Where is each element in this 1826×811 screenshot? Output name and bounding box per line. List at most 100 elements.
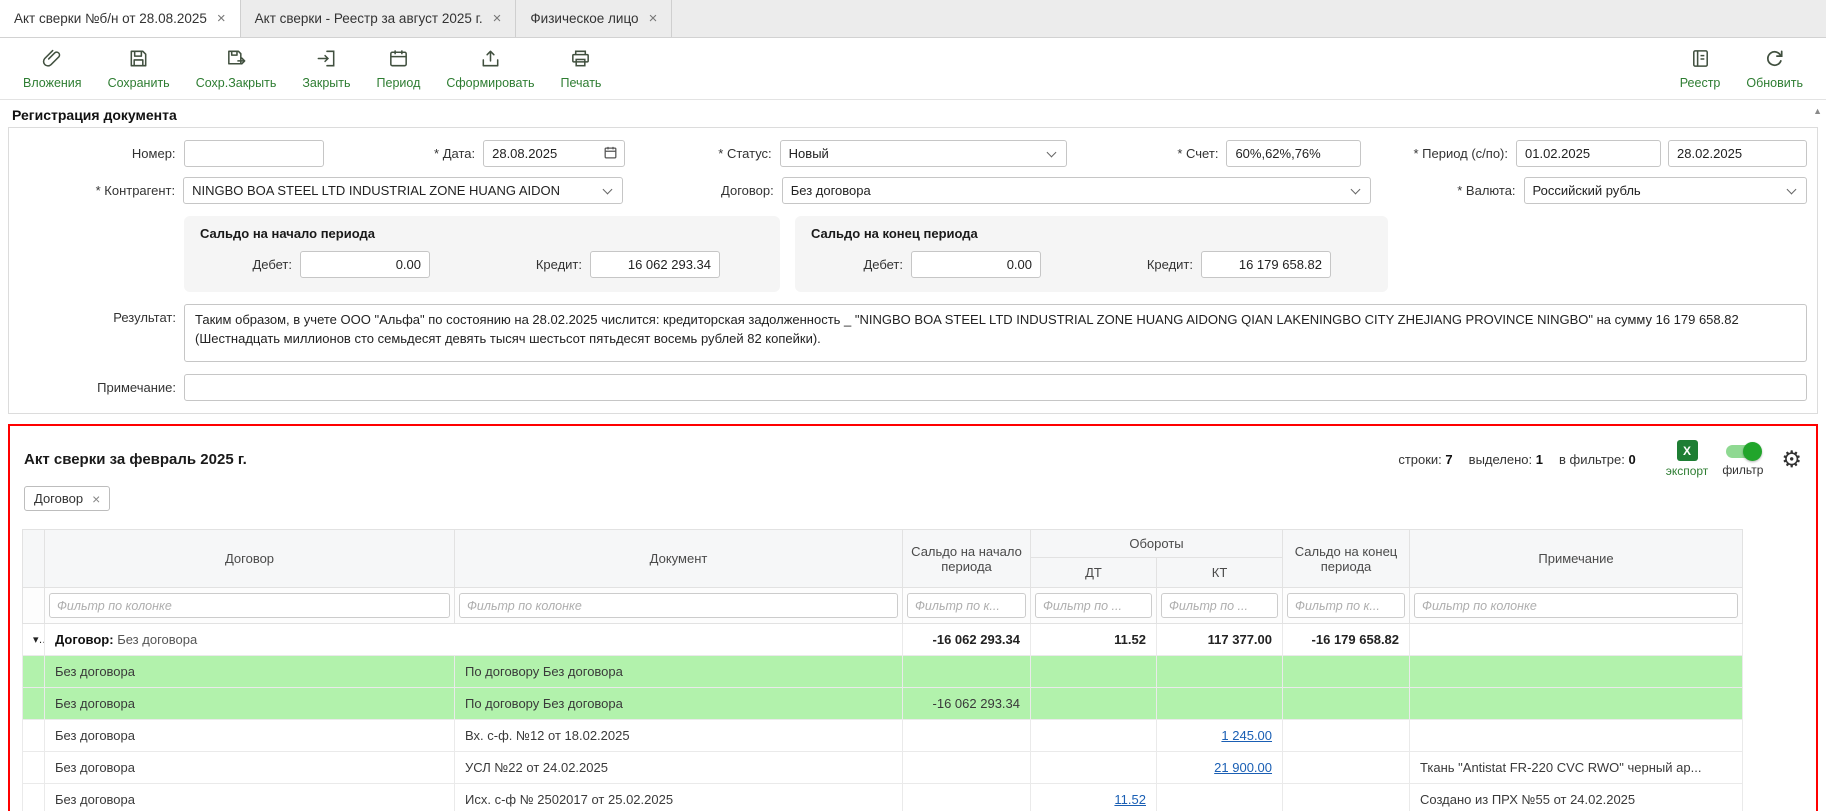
generate-button[interactable]: Сформировать bbox=[433, 38, 547, 99]
balance-start-debit-input[interactable] bbox=[300, 251, 430, 278]
column-filter-input[interactable] bbox=[1414, 593, 1738, 618]
status-select[interactable]: Новый bbox=[780, 140, 1067, 167]
column-filter-input[interactable] bbox=[1161, 593, 1278, 618]
debit-label: Дебет: bbox=[811, 257, 911, 272]
note-input[interactable] bbox=[184, 374, 1807, 401]
cell-note: Создано из ПРХ №55 от 24.02.2025 bbox=[1410, 784, 1743, 811]
period-label: * Период (с/по): bbox=[1361, 146, 1516, 161]
col-header-saldo-start[interactable]: Сальдо на начало периода bbox=[903, 530, 1031, 588]
result-textarea[interactable]: Таким образом, в учете ООО "Альфа" по со… bbox=[184, 304, 1807, 362]
stat-filtered: в фильтре: 0 bbox=[1559, 452, 1636, 467]
group-dt: 11.52 bbox=[1031, 624, 1157, 656]
calendar-icon bbox=[387, 47, 410, 73]
refresh-button[interactable]: Обновить bbox=[1733, 38, 1816, 99]
counterparty-select[interactable]: NINGBO BOA STEEL LTD INDUSTRIAL ZONE HUA… bbox=[183, 177, 623, 204]
contract-select[interactable]: Без договора bbox=[782, 177, 1372, 204]
close-icon[interactable]: × bbox=[649, 11, 658, 26]
col-header-saldo-end[interactable]: Сальдо на конец периода bbox=[1283, 530, 1410, 588]
credit-label: Кредит: bbox=[1041, 257, 1201, 272]
account-input[interactable] bbox=[1226, 140, 1361, 167]
amount-link[interactable]: 21 900.00 bbox=[1214, 760, 1272, 775]
stat-rows: строки: 7 bbox=[1398, 452, 1452, 467]
reconciliation-grid-section: Акт сверки за февраль 2025 г. строки: 7 … bbox=[8, 424, 1818, 811]
group-expand-icon[interactable]: ▾ bbox=[23, 624, 45, 656]
col-header-kt[interactable]: КТ bbox=[1157, 558, 1283, 588]
attachments-button[interactable]: Вложения bbox=[10, 38, 95, 99]
period-to-input[interactable] bbox=[1668, 140, 1807, 167]
expand-column-header bbox=[23, 530, 45, 588]
cell-document: По договору Без договора bbox=[455, 656, 903, 688]
printer-icon bbox=[569, 47, 592, 73]
cell-document: УСЛ №22 от 24.02.2025 bbox=[455, 752, 903, 784]
grid-title: Акт сверки за февраль 2025 г. bbox=[24, 451, 247, 468]
tab-label: Физическое лицо bbox=[530, 11, 638, 26]
toolbar: Вложения Сохранить Сохр.Закрыть Закрыть … bbox=[0, 38, 1826, 100]
column-filter-input[interactable] bbox=[1287, 593, 1405, 618]
group-saldo-start: -16 062 293.34 bbox=[903, 624, 1031, 656]
group-saldo-end: -16 179 658.82 bbox=[1283, 624, 1410, 656]
period-button[interactable]: Период bbox=[364, 38, 434, 99]
settings-gear-icon[interactable]: ⚙ bbox=[1781, 448, 1802, 471]
register-button[interactable]: Реестр bbox=[1667, 38, 1734, 99]
scrollbar-up-icon[interactable]: ▲ bbox=[1813, 106, 1822, 116]
number-input[interactable] bbox=[184, 140, 324, 167]
col-header-contract[interactable]: Договор bbox=[45, 530, 455, 588]
excel-icon: X bbox=[1677, 440, 1698, 461]
cell-contract: Без договора bbox=[45, 752, 455, 784]
table-row[interactable]: Без договора УСЛ №22 от 24.02.2025 21 90… bbox=[23, 752, 1743, 784]
table-row[interactable]: Без договора Вх. с-ф. №12 от 18.02.2025 … bbox=[23, 720, 1743, 752]
table-row[interactable]: Без договора Исх. с-ф № 2502017 от 25.02… bbox=[23, 784, 1743, 811]
filter-toggle[interactable]: фильтр bbox=[1722, 441, 1763, 477]
export-excel-button[interactable]: X экспорт bbox=[1666, 440, 1709, 478]
balance-start-panel: Сальдо на начало периода Дебет: Кредит: bbox=[184, 216, 780, 292]
refresh-icon bbox=[1763, 47, 1786, 73]
print-button[interactable]: Печать bbox=[547, 38, 614, 99]
debit-label: Дебет: bbox=[200, 257, 300, 272]
save-close-button[interactable]: Сохр.Закрыть bbox=[183, 38, 290, 99]
cell-document: По договору Без договора bbox=[455, 688, 903, 720]
table-row[interactable]: Без договора По договору Без договора -1… bbox=[23, 688, 1743, 720]
amount-link[interactable]: 11.52 bbox=[1114, 792, 1146, 807]
generate-icon bbox=[479, 47, 502, 73]
col-header-dt[interactable]: ДТ bbox=[1031, 558, 1157, 588]
cell-contract: Без договора bbox=[45, 688, 455, 720]
save-button[interactable]: Сохранить bbox=[95, 38, 183, 99]
close-icon[interactable]: × bbox=[493, 11, 502, 26]
amount-link[interactable]: 1 245.00 bbox=[1221, 728, 1272, 743]
chevron-down-icon bbox=[1046, 147, 1056, 157]
cell-note bbox=[1410, 720, 1743, 752]
column-filter-input[interactable] bbox=[49, 593, 450, 618]
toggle-switch-icon[interactable] bbox=[1726, 445, 1760, 458]
currency-label: * Валюта: bbox=[1371, 183, 1523, 198]
column-filter-input[interactable] bbox=[907, 593, 1026, 618]
period-from-input[interactable] bbox=[1516, 140, 1661, 167]
tab-act-sverki-reestr[interactable]: Акт сверки - Реестр за август 2025 г. × bbox=[241, 0, 517, 37]
close-icon[interactable]: × bbox=[217, 11, 226, 26]
save-close-icon bbox=[225, 47, 248, 73]
table-row[interactable]: Без договора По договору Без договора bbox=[23, 656, 1743, 688]
calendar-icon[interactable] bbox=[603, 145, 618, 163]
status-label: * Статус: bbox=[625, 146, 780, 161]
date-field[interactable] bbox=[483, 140, 625, 167]
register-book-icon bbox=[1689, 47, 1712, 73]
tab-fizicheskoe-lico[interactable]: Физическое лицо × bbox=[516, 0, 672, 37]
col-header-note[interactable]: Примечание bbox=[1410, 530, 1743, 588]
column-filter-input[interactable] bbox=[1035, 593, 1152, 618]
column-filter-input[interactable] bbox=[459, 593, 898, 618]
tab-act-sverki[interactable]: Акт сверки №б/н от 28.08.2025 × bbox=[0, 0, 241, 37]
col-header-document[interactable]: Документ bbox=[455, 530, 903, 588]
balance-end-debit-input[interactable] bbox=[911, 251, 1041, 278]
contract-chip[interactable]: Договор × bbox=[24, 486, 110, 511]
chip-close-icon[interactable]: × bbox=[92, 492, 100, 506]
stat-selected: выделено: 1 bbox=[1469, 452, 1543, 467]
balance-end-credit-input[interactable] bbox=[1201, 251, 1331, 278]
save-icon bbox=[127, 47, 150, 73]
cell-document: Вх. с-ф. №12 от 18.02.2025 bbox=[455, 720, 903, 752]
balance-start-credit-input[interactable] bbox=[590, 251, 720, 278]
date-input[interactable] bbox=[492, 146, 603, 161]
group-row[interactable]: ▾ Договор: Без договора -16 062 293.34 1… bbox=[23, 624, 1743, 656]
balance-end-title: Сальдо на конец периода bbox=[811, 226, 1372, 241]
currency-select[interactable]: Российский рубль bbox=[1524, 177, 1807, 204]
close-document-button[interactable]: Закрыть bbox=[289, 38, 363, 99]
col-header-turnover: Обороты bbox=[1031, 530, 1283, 558]
